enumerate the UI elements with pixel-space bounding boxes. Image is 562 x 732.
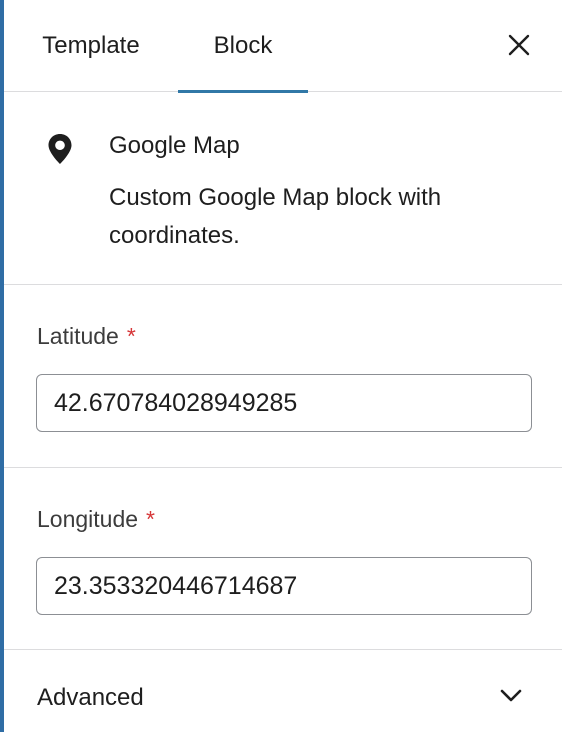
advanced-panel-toggle[interactable]: Advanced <box>4 651 562 732</box>
latitude-input[interactable] <box>36 374 532 432</box>
block-title: Google Map <box>109 132 240 159</box>
latitude-panel: Latitude * <box>4 285 562 468</box>
tab-block-label: Block <box>213 32 273 59</box>
longitude-label-text: Longitude <box>37 506 139 532</box>
required-marker: * <box>146 506 155 532</box>
block-card: Google Map Custom Google Map block with … <box>4 93 562 285</box>
chevron-down-icon <box>500 689 522 702</box>
latitude-label: Latitude * <box>37 323 136 350</box>
tab-template[interactable]: Template <box>18 0 164 92</box>
longitude-panel: Longitude * <box>4 468 562 650</box>
tab-block[interactable]: Block <box>178 0 308 93</box>
sidebar-tabs: Template Block <box>4 0 562 93</box>
advanced-label: Advanced <box>37 684 144 711</box>
close-button[interactable] <box>496 22 542 68</box>
map-pin-icon <box>48 134 72 164</box>
required-marker: * <box>126 323 136 349</box>
longitude-label: Longitude * <box>37 506 155 533</box>
close-icon <box>508 34 530 56</box>
latitude-label-text: Latitude <box>37 323 119 349</box>
block-description: Custom Google Map block with coordinates… <box>109 184 442 249</box>
longitude-input[interactable] <box>36 557 532 615</box>
tab-template-label: Template <box>42 32 140 59</box>
